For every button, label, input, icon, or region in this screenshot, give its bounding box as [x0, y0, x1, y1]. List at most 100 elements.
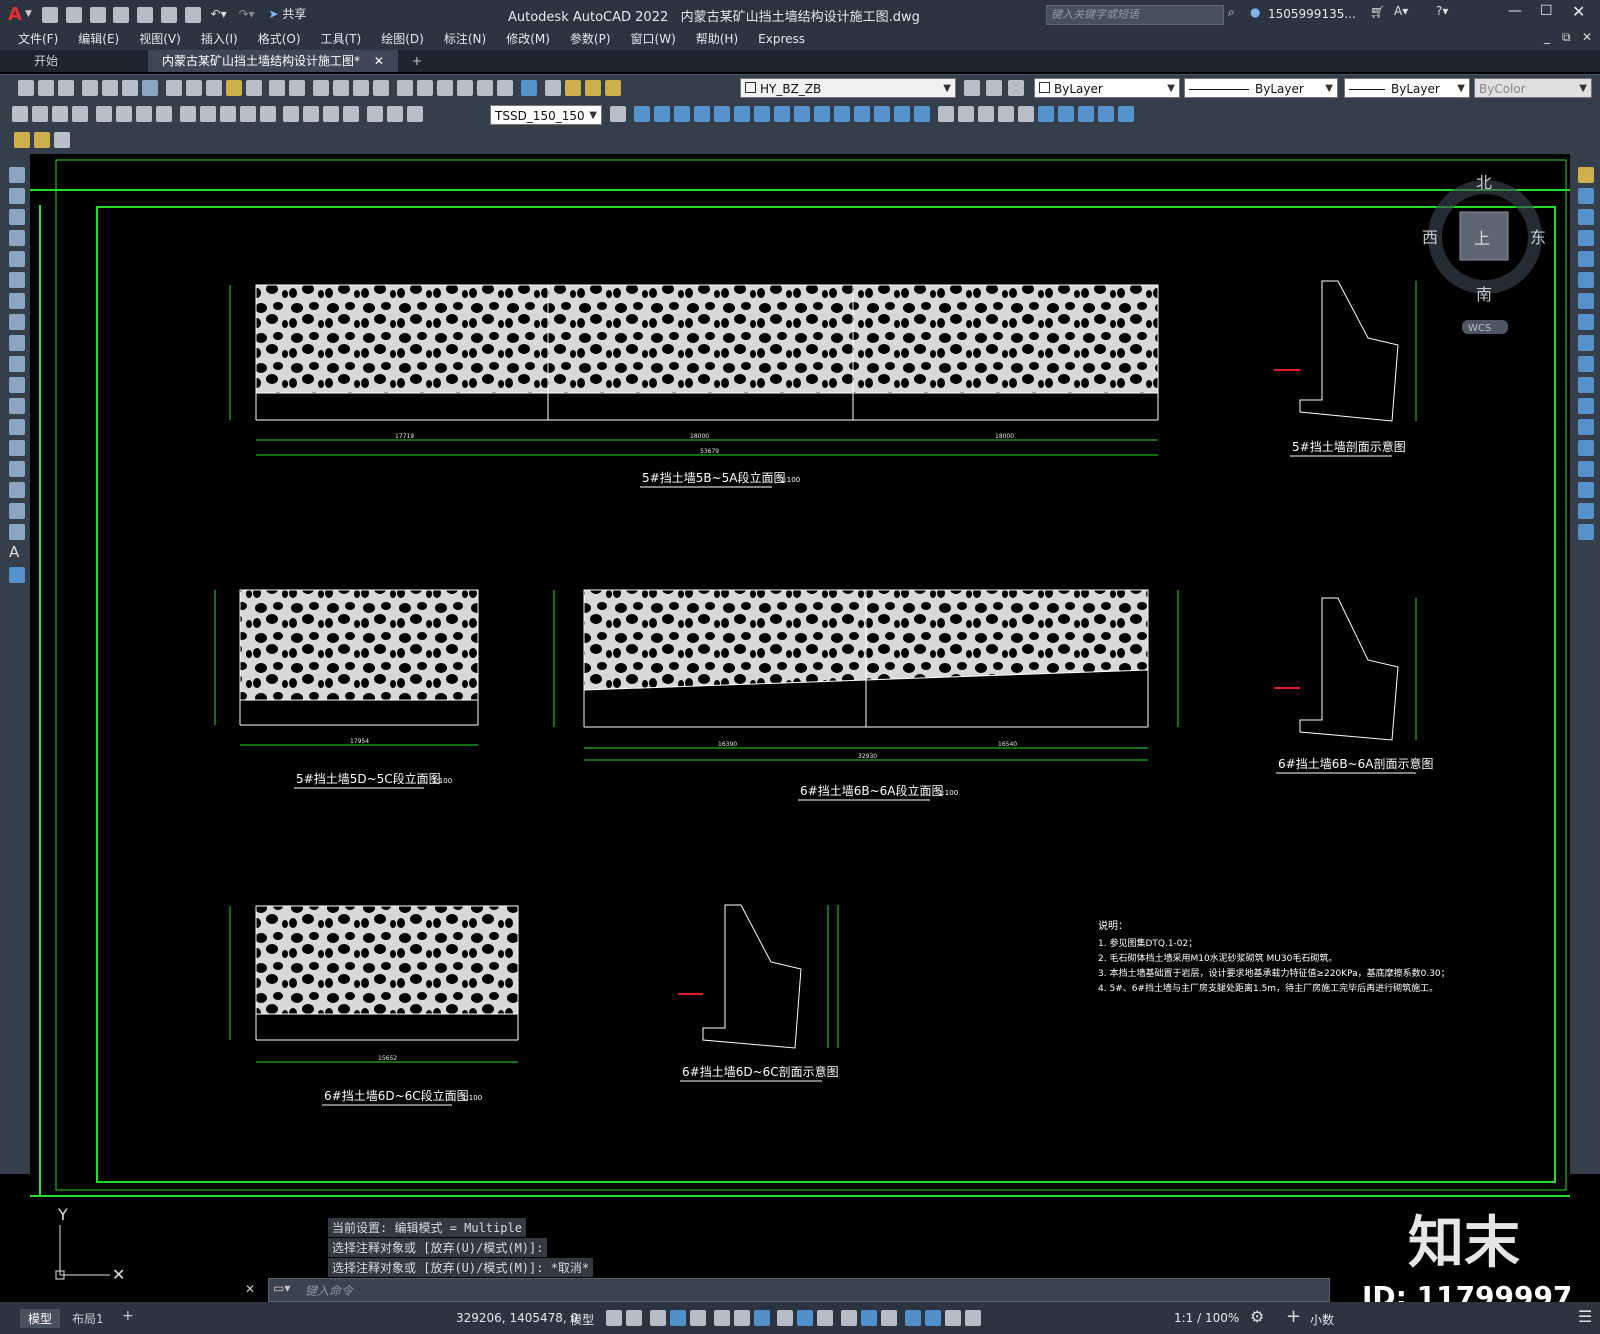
menu-help[interactable]: 帮助(H)	[686, 28, 748, 50]
plot-icon[interactable]	[184, 6, 201, 23]
make-current-layer-icon[interactable]	[964, 80, 980, 96]
viewcube-south[interactable]: 南	[1476, 285, 1492, 304]
undo-icon[interactable]: ↶▾	[211, 7, 227, 21]
region-icon[interactable]	[9, 502, 25, 519]
print-icon[interactable]	[81, 80, 98, 96]
menu-edit[interactable]: 编辑(E)	[68, 28, 129, 50]
aligned-dim-icon[interactable]	[32, 106, 48, 122]
quick-dim-icon[interactable]	[179, 106, 196, 122]
drawing-canvas[interactable]: 上 北 南 西 东 WCS 17719 18000 18000 53679 5#…	[30, 154, 1570, 1302]
point-icon[interactable]	[9, 439, 25, 456]
doc-restore-button[interactable]: ⧉	[1562, 30, 1571, 45]
help-icon[interactable]: ?▾	[1436, 4, 1448, 18]
insert-block-icon[interactable]	[9, 397, 25, 414]
app-menu-chevron-icon[interactable]: ▼	[25, 9, 32, 19]
3d-osnap-icon[interactable]	[841, 1310, 858, 1326]
menu-dimension[interactable]: 标注(N)	[434, 28, 496, 50]
cart-icon[interactable]: 🛒︎	[1370, 5, 1385, 19]
ortho-icon[interactable]	[669, 1310, 686, 1326]
line-icon[interactable]	[9, 166, 25, 183]
fillet-icon[interactable]	[893, 106, 910, 122]
menu-format[interactable]: 格式(O)	[248, 28, 311, 50]
dim-update-icon[interactable]	[407, 106, 424, 122]
scale-r-icon[interactable]	[1578, 313, 1594, 330]
zoom-realtime-icon[interactable]	[333, 80, 350, 96]
jogged-linear-icon[interactable]	[343, 106, 360, 122]
new-file-icon[interactable]	[41, 6, 58, 23]
spline-edit-icon[interactable]	[997, 106, 1014, 122]
isodraft-icon[interactable]	[713, 1310, 730, 1326]
extend-icon[interactable]	[813, 106, 830, 122]
block-editor-icon[interactable]	[245, 80, 262, 96]
publish-icon[interactable]	[121, 80, 138, 96]
join-icon[interactable]	[853, 106, 870, 122]
array-icon[interactable]	[693, 106, 710, 122]
layer-dropdown[interactable]: HY_BZ_ZB ▼	[740, 78, 956, 98]
tolerance-icon[interactable]	[283, 106, 300, 122]
hatch-icon[interactable]	[9, 460, 25, 477]
doc-close-button[interactable]: ✕	[1582, 30, 1592, 44]
chamfer-icon[interactable]	[873, 106, 890, 122]
design-center-icon[interactable]	[417, 80, 434, 96]
viewcube[interactable]: 上 北 南 西 东 WCS	[1422, 173, 1546, 334]
redo-icon[interactable]: ↷▾	[239, 7, 255, 21]
revision-cloud-icon[interactable]	[9, 313, 25, 330]
offset-r-icon[interactable]	[1578, 229, 1594, 246]
add-layout-button[interactable]: +	[122, 1308, 134, 1324]
join-r-icon[interactable]	[1578, 439, 1594, 456]
mirror-r-icon[interactable]	[1578, 208, 1594, 225]
selection-filter-icon[interactable]	[881, 1310, 898, 1326]
mtext-icon[interactable]: A	[7, 543, 19, 561]
layer-previous-icon[interactable]	[986, 80, 1002, 96]
coordinates-readout[interactable]: 329206, 1405478, 0	[456, 1311, 578, 1325]
paste-icon[interactable]	[205, 80, 222, 96]
snap-icon[interactable]	[626, 1310, 642, 1326]
tab-close-icon[interactable]: ✕	[374, 54, 384, 68]
layer-on-icon[interactable]	[564, 80, 581, 96]
annotation-visibility-icon[interactable]	[925, 1310, 942, 1326]
rotate-icon[interactable]	[733, 106, 750, 122]
fillet-r-icon[interactable]	[1578, 481, 1594, 498]
layer-properties-icon[interactable]	[544, 80, 561, 96]
transparency-icon[interactable]	[797, 1310, 814, 1326]
baseline-dim-icon[interactable]	[199, 106, 216, 122]
print-preview-icon[interactable]	[101, 80, 118, 96]
lineweight-dropdown[interactable]: ByLayer ▼	[1344, 78, 1470, 98]
tool-palettes-icon[interactable]	[437, 80, 454, 96]
markup-icon[interactable]	[477, 80, 494, 96]
trim-icon[interactable]	[793, 106, 810, 122]
mirror-icon[interactable]	[653, 106, 670, 122]
lineweight-toggle-icon[interactable]	[777, 1310, 794, 1326]
dimstyle-dropdown[interactable]: TSSD_150_150 ▼	[490, 105, 602, 125]
menu-window[interactable]: 窗口(W)	[621, 28, 686, 50]
continue-dim-icon[interactable]	[219, 106, 236, 122]
viewcube-top[interactable]: 上	[1474, 229, 1490, 248]
linear-dim-icon[interactable]	[12, 106, 28, 122]
ellipse-icon[interactable]	[9, 355, 25, 372]
selection-cycling-icon[interactable]	[817, 1310, 834, 1326]
save-as-icon[interactable]	[113, 6, 130, 23]
polar-icon[interactable]	[689, 1310, 706, 1326]
layer-freeze-icon[interactable]	[584, 80, 601, 96]
copy-r-icon[interactable]	[1578, 187, 1594, 204]
draworder-icon[interactable]	[937, 106, 954, 122]
auto-scale-icon[interactable]	[945, 1310, 962, 1326]
quickcalc-icon[interactable]	[497, 80, 514, 96]
break-r-icon[interactable]	[1578, 418, 1594, 435]
pedit-icon[interactable]	[977, 106, 994, 122]
menu-file[interactable]: 文件(F)	[8, 28, 68, 50]
user-name[interactable]: 1505999135...	[1268, 7, 1356, 21]
new-icon[interactable]	[18, 80, 34, 96]
minimize-button[interactable]: —	[1508, 3, 1522, 19]
search-icon[interactable]: ⌕	[1228, 5, 1235, 20]
autodesk-a360-icon[interactable]: A▾	[1394, 4, 1408, 18]
viewcube-north[interactable]: 北	[1476, 173, 1492, 192]
make-block-icon[interactable]	[9, 418, 25, 435]
layout-tab-1[interactable]: 布局1	[72, 1310, 104, 1327]
open-web-icon[interactable]	[137, 6, 154, 23]
doc-minimize-button[interactable]: _	[1544, 30, 1550, 44]
3d-dwf-icon[interactable]	[141, 80, 158, 96]
extend-r-icon[interactable]	[1578, 376, 1594, 393]
menu-view[interactable]: 视图(V)	[129, 28, 191, 50]
layer-state-icon[interactable]	[1008, 80, 1024, 96]
